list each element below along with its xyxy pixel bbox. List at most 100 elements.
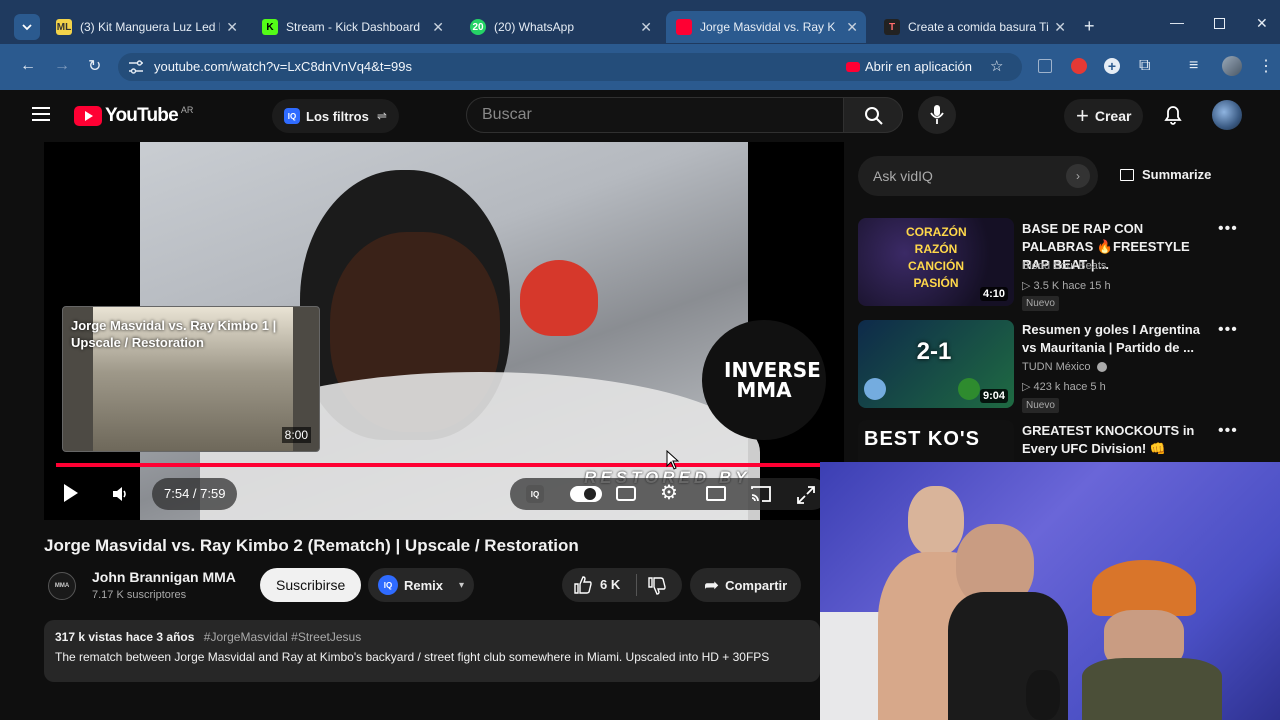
mauritania-flag-icon bbox=[958, 378, 980, 400]
close-tab-icon[interactable]: ✕ bbox=[846, 19, 858, 36]
channel-name[interactable]: John Brannigan MMA bbox=[92, 569, 236, 585]
autoplay-toggle[interactable] bbox=[570, 486, 602, 502]
tab-kit-manguera[interactable]: ML (3) Kit Manguera Luz Led Ne ✕ bbox=[46, 11, 246, 43]
extension-scanner-icon[interactable] bbox=[1038, 59, 1052, 73]
remix-button[interactable]: IQ Remix ▾ bbox=[368, 568, 475, 602]
region-code: AR bbox=[180, 105, 194, 115]
endcard-video[interactable]: Jorge Masvidal vs. Ray Kimbo 1 | Upscale… bbox=[62, 306, 320, 452]
bookmark-star-icon[interactable]: ☆ bbox=[990, 57, 1003, 75]
close-window-icon[interactable]: ✕ bbox=[1256, 15, 1268, 32]
create-label: Crear bbox=[1094, 108, 1132, 124]
youtube-logo[interactable]: YouTube AR bbox=[74, 105, 193, 127]
rec-channel[interactable]: TUDN México bbox=[1022, 361, 1107, 373]
inverse-mma-watermark[interactable]: INVERSE MMA bbox=[702, 320, 826, 440]
youtube-logo-text: YouTube bbox=[105, 105, 179, 126]
rec-views: ▷ 423 k hace 5 h bbox=[1022, 381, 1106, 393]
webcam-orange-cap bbox=[1092, 560, 1196, 616]
subtitles-icon[interactable] bbox=[616, 486, 636, 501]
search-button[interactable] bbox=[843, 97, 903, 133]
tiermaker-favicon-icon: T bbox=[884, 19, 900, 35]
tab-kick-dashboard[interactable]: K Stream - Kick Dashboard ✕ bbox=[252, 11, 452, 43]
hashtags[interactable]: #JorgeMasvidal #StreetJesus bbox=[204, 630, 361, 644]
vidiq-remix-icon: IQ bbox=[378, 575, 398, 595]
chevron-down-icon[interactable]: ▾ bbox=[459, 580, 464, 591]
rec-channel-name: TUDN México bbox=[1022, 361, 1091, 373]
search-input[interactable]: Buscar bbox=[466, 97, 844, 133]
more-options-icon[interactable]: ••• bbox=[1218, 220, 1238, 238]
like-dislike-group: 6 K bbox=[562, 568, 682, 602]
forward-icon[interactable]: → bbox=[54, 57, 70, 75]
site-settings-icon[interactable] bbox=[128, 60, 144, 74]
endcard-duration: 8:00 bbox=[281, 427, 311, 443]
play-icon[interactable] bbox=[64, 484, 78, 502]
thumbs-up-icon[interactable] bbox=[574, 576, 592, 594]
tab-whatsapp[interactable]: 20 (20) WhatsApp ✕ bbox=[460, 11, 660, 43]
ask-vidiq-input[interactable]: Ask vidIQ › bbox=[858, 156, 1098, 196]
youtube-play-logo-icon bbox=[74, 106, 102, 126]
youtube-header: YouTube AR IQ Los filtros ⇌ Buscar + Cre… bbox=[0, 90, 1280, 142]
rec-title[interactable]: GREATEST KNOCKOUTS in Every UFC Division… bbox=[1022, 422, 1212, 458]
sliders-icon: ⇌ bbox=[376, 109, 387, 123]
share-button[interactable]: ➦ Compartir bbox=[690, 568, 802, 602]
more-options-icon[interactable]: ••• bbox=[1218, 321, 1238, 339]
extension-plus-icon[interactable]: + bbox=[1104, 58, 1120, 74]
mercadolibre-favicon-icon: ML bbox=[56, 19, 72, 35]
settings-gear-icon[interactable]: ⚙ bbox=[660, 480, 678, 505]
close-tab-icon[interactable]: ✕ bbox=[1054, 19, 1066, 36]
extensions-puzzle-icon[interactable]: ⧉ bbox=[1139, 57, 1150, 75]
vidiq-player-icon[interactable]: IQ bbox=[526, 485, 544, 503]
voice-search-button[interactable] bbox=[918, 96, 956, 134]
rec-duration: 4:10 bbox=[979, 287, 1008, 301]
media-control-icon[interactable]: ≡ bbox=[1189, 57, 1198, 75]
new-tab-icon[interactable]: + bbox=[1084, 16, 1095, 37]
account-avatar[interactable] bbox=[1212, 100, 1242, 130]
tab-tiermaker[interactable]: T Create a comida basura Tier ✕ bbox=[874, 11, 1074, 43]
webcam-person-right-body bbox=[1082, 658, 1222, 720]
tab-title: (20) WhatsApp bbox=[494, 20, 575, 34]
channel-avatar[interactable]: MMA bbox=[48, 572, 76, 600]
rec-title[interactable]: Resumen y goles I Argentina vs Mauritani… bbox=[1022, 321, 1212, 357]
rec-thumbnail[interactable]: 2-1 9:04 bbox=[858, 320, 1014, 408]
tab-search-button[interactable] bbox=[14, 14, 40, 40]
miniplayer-icon[interactable] bbox=[706, 486, 726, 501]
hamburger-menu-icon[interactable] bbox=[32, 107, 50, 121]
thumbs-down-icon[interactable] bbox=[648, 577, 666, 595]
notifications-bell-icon[interactable] bbox=[1163, 104, 1183, 126]
open-in-app-button[interactable]: Abrir en aplicación bbox=[846, 59, 972, 74]
rec-thumbnail[interactable]: BEST KO'S bbox=[858, 420, 1014, 462]
rec-thumbnail[interactable]: CORAZÓN RAZÓN CANCIÓN PASIÓN 4:10 bbox=[858, 218, 1014, 306]
video-player[interactable]: Jorge Masvidal vs. Ray Kimbo 1 | Upscale… bbox=[44, 142, 844, 520]
restore-window-icon[interactable] bbox=[1214, 18, 1225, 29]
summarize-label: Summarize bbox=[1142, 167, 1212, 182]
chevron-down-icon bbox=[22, 24, 32, 31]
browser-menu-icon[interactable]: ⋮ bbox=[1258, 56, 1274, 76]
rec-channel[interactable]: Blood Soul Beats bbox=[1022, 260, 1106, 272]
summarize-button[interactable]: Summarize bbox=[1120, 167, 1211, 182]
vidiq-filters-button[interactable]: IQ Los filtros ⇌ bbox=[272, 99, 399, 133]
more-options-icon[interactable]: ••• bbox=[1218, 422, 1238, 440]
close-tab-icon[interactable]: ✕ bbox=[640, 19, 652, 36]
address-bar[interactable]: youtube.com/watch?v=LxC8dnVnVq4&t=99s Ab… bbox=[118, 53, 1022, 81]
send-arrow-icon[interactable]: › bbox=[1066, 164, 1090, 188]
verified-icon bbox=[1096, 362, 1107, 373]
close-tab-icon[interactable]: ✕ bbox=[432, 19, 444, 36]
progress-bar[interactable] bbox=[56, 463, 832, 467]
fullscreen-icon[interactable] bbox=[796, 485, 816, 505]
volume-icon[interactable] bbox=[110, 484, 130, 504]
endcard-title: Jorge Masvidal vs. Ray Kimbo 1 | Upscale… bbox=[71, 318, 277, 350]
subscribe-button[interactable]: Suscribirse bbox=[260, 568, 362, 602]
cast-icon[interactable] bbox=[750, 485, 772, 503]
kick-favicon-icon: K bbox=[262, 19, 278, 35]
tab-title: Create a comida basura Tier bbox=[908, 20, 1048, 34]
create-button[interactable]: + Crear bbox=[1064, 99, 1144, 133]
whatsapp-favicon-icon: 20 bbox=[470, 19, 486, 35]
minimize-window-icon[interactable]: — bbox=[1170, 14, 1184, 30]
extension-red-icon[interactable] bbox=[1071, 58, 1087, 74]
close-tab-icon[interactable]: ✕ bbox=[226, 19, 238, 36]
back-icon[interactable]: ← bbox=[20, 57, 36, 75]
tab-youtube-active[interactable]: YT Jorge Masvidal vs. Ray Kimbo ✕ bbox=[666, 11, 866, 43]
description-box[interactable]: 317 k vistas hace 3 años #JorgeMasvidal … bbox=[44, 620, 820, 682]
profile-avatar-icon[interactable] bbox=[1222, 56, 1242, 76]
tab-title: (3) Kit Manguera Luz Led Ne bbox=[80, 20, 220, 34]
reload-icon[interactable]: ↻ bbox=[88, 56, 101, 76]
